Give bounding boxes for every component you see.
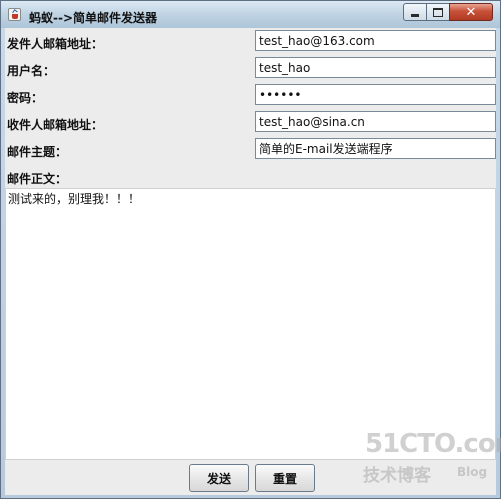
form-panel: 发件人邮箱地址： 用户名： 密码： 收件人邮箱地址： 邮件主题： 邮件正文： 测…: [5, 28, 496, 495]
password-field[interactable]: [255, 84, 496, 105]
title-bar[interactable]: 蚂蚁-->简单邮件发送器 ✕: [1, 1, 500, 28]
close-button[interactable]: ✕: [449, 3, 493, 21]
sender-row: 发件人邮箱地址：: [5, 30, 496, 54]
reset-button[interactable]: 重置: [255, 464, 315, 492]
recipient-label: 收件人邮箱地址：: [7, 118, 104, 132]
minimize-icon: [411, 13, 419, 17]
subject-row: 邮件主题：: [5, 138, 496, 162]
username-field[interactable]: [255, 57, 496, 78]
app-window: 蚂蚁-->简单邮件发送器 ✕ 发件人邮箱地址： 用户名： 密码： 收件人邮箱地址…: [0, 0, 501, 499]
body-label-row: 邮件正文：: [5, 165, 496, 189]
button-bar: 发送 重置: [5, 460, 496, 495]
username-label: 用户名：: [7, 64, 56, 78]
password-row: 密码：: [5, 84, 496, 108]
message-body-textarea[interactable]: 测试来的，别理我！！！: [5, 188, 496, 460]
java-app-icon[interactable]: [8, 8, 21, 21]
subject-field[interactable]: [255, 138, 496, 159]
send-button[interactable]: 发送: [189, 464, 249, 492]
maximize-icon: [433, 7, 443, 17]
subject-label: 邮件主题：: [7, 145, 68, 159]
close-icon: ✕: [465, 4, 477, 20]
password-label: 密码：: [7, 91, 44, 105]
sender-email-field[interactable]: [255, 30, 496, 51]
minimize-button[interactable]: [403, 3, 427, 21]
recipient-email-field[interactable]: [255, 111, 496, 132]
username-row: 用户名：: [5, 57, 496, 81]
recipient-row: 收件人邮箱地址：: [5, 111, 496, 135]
sender-label: 发件人邮箱地址：: [7, 37, 104, 51]
body-label: 邮件正文：: [7, 172, 68, 186]
maximize-button[interactable]: [426, 3, 450, 21]
window-title: 蚂蚁-->简单邮件发送器: [29, 11, 158, 25]
